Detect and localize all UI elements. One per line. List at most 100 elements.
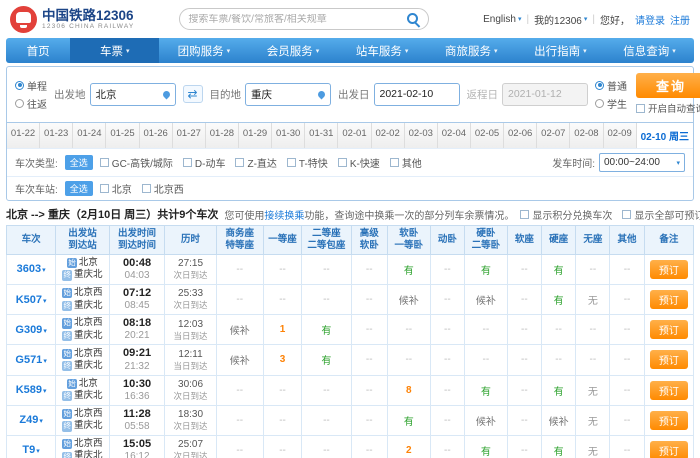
- date-tab-selected[interactable]: 02-10 周三: [637, 123, 693, 148]
- query-button[interactable]: 查询: [636, 73, 700, 98]
- normal-radio[interactable]: 普通: [595, 78, 627, 93]
- train-type-checkbox-0[interactable]: GC-高铁/城际: [100, 155, 173, 170]
- train-number-link[interactable]: G571▾: [15, 354, 46, 366]
- depart-time-select[interactable]: 00:00~24:00 ▾: [599, 153, 685, 172]
- train-number-cell: Z49▾: [7, 405, 56, 435]
- nav-item-4[interactable]: 站车服务▾: [338, 38, 427, 63]
- date-tab-02-07[interactable]: 02-07: [537, 123, 570, 148]
- seat-availability: 有: [541, 375, 575, 405]
- date-tab-01-23[interactable]: 01-23: [40, 123, 73, 148]
- book-button[interactable]: 预订: [650, 290, 688, 309]
- search-icon[interactable]: [406, 12, 420, 26]
- seat-availability[interactable]: 候补: [216, 315, 263, 345]
- nav-item-7[interactable]: 信息查询▾: [605, 38, 694, 63]
- nav-item-3[interactable]: 会员服务▾: [248, 38, 337, 63]
- date-tab-01-26[interactable]: 01-26: [140, 123, 173, 148]
- my-12306-menu[interactable]: 我的12306▾: [534, 12, 587, 27]
- seat-availability: 有: [464, 435, 507, 458]
- date-tab-02-03[interactable]: 02-03: [405, 123, 438, 148]
- transfer-link[interactable]: 接续换乘: [264, 211, 304, 222]
- train-number-link[interactable]: 3603▾: [17, 263, 46, 275]
- seat-availability[interactable]: 候补: [541, 405, 575, 435]
- book-button[interactable]: 预订: [650, 260, 688, 279]
- train-row-K589: K589▾始北京终重庆北10:3016:3630:06次日到达--------8…: [7, 375, 694, 405]
- seat-availability[interactable]: 候补: [216, 345, 263, 375]
- divider: |: [592, 14, 595, 25]
- date-tab-02-09[interactable]: 02-09: [604, 123, 637, 148]
- train-number-link[interactable]: T9▾: [22, 444, 39, 456]
- train-type-checkbox-1[interactable]: D-动车: [183, 155, 226, 170]
- station-filter-label: 车次车站:: [15, 181, 58, 196]
- duration-cell: 27:15次日到达: [165, 254, 216, 284]
- date-tab-02-08[interactable]: 02-08: [570, 123, 603, 148]
- seat-availability: --: [216, 405, 263, 435]
- select-all-stations-button[interactable]: 全选: [65, 181, 93, 196]
- train-number-link[interactable]: G309▾: [15, 324, 46, 336]
- train-type-checkbox-2[interactable]: Z-直达: [235, 155, 276, 170]
- trip-type-group: 单程 往返: [15, 78, 47, 111]
- points-trains-checkbox[interactable]: 显示积分兑换车次: [520, 207, 612, 222]
- date-tab-02-06[interactable]: 02-06: [504, 123, 537, 148]
- search-input[interactable]: [188, 14, 406, 25]
- seat-availability: 有: [387, 254, 430, 284]
- date-tab-02-04[interactable]: 02-04: [438, 123, 471, 148]
- to-station: 重庆北: [74, 269, 103, 281]
- train-type-checkbox-5[interactable]: 其他: [390, 155, 422, 170]
- from-station: 北京西: [74, 408, 103, 420]
- badge-start-icon: 始: [62, 439, 72, 449]
- nav-item-5[interactable]: 商旅服务▾: [427, 38, 516, 63]
- from-input[interactable]: 北京: [90, 83, 176, 106]
- date-tab-01-29[interactable]: 01-29: [239, 123, 272, 148]
- student-radio[interactable]: 学生: [595, 96, 627, 111]
- date-tab-01-28[interactable]: 01-28: [206, 123, 239, 148]
- nav-item-0[interactable]: 首页: [6, 38, 70, 63]
- book-button[interactable]: 预订: [650, 441, 688, 458]
- date-tab-02-05[interactable]: 02-05: [471, 123, 504, 148]
- date-tab-01-30[interactable]: 01-30: [272, 123, 305, 148]
- seat-availability[interactable]: 候补: [387, 284, 430, 314]
- bookable-trains-checkbox[interactable]: 显示全部可预订车次: [622, 207, 700, 222]
- roundtrip-radio[interactable]: 往返: [15, 96, 47, 111]
- badge-start-icon: 始: [62, 318, 72, 328]
- seat-availability: --: [351, 375, 387, 405]
- date-tab-01-24[interactable]: 01-24: [73, 123, 106, 148]
- date-tab-01-31[interactable]: 01-31: [305, 123, 338, 148]
- select-all-train-types-button[interactable]: 全选: [65, 155, 93, 170]
- train-number-link[interactable]: K589▾: [16, 384, 47, 396]
- station-checkbox-0[interactable]: 北京: [100, 181, 132, 196]
- depart-time-label: 发车时间:: [552, 155, 595, 170]
- book-button[interactable]: 预订: [650, 350, 688, 369]
- register-link[interactable]: 注册: [670, 12, 690, 27]
- swap-stations-button[interactable]: ⇄: [183, 85, 203, 103]
- book-button[interactable]: 预订: [650, 411, 688, 430]
- seat-availability[interactable]: 候补: [464, 405, 507, 435]
- oneway-radio[interactable]: 单程: [15, 78, 47, 93]
- auto-query-checkbox[interactable]: 开启自动查询: [636, 101, 700, 115]
- date-tab-02-01[interactable]: 02-01: [338, 123, 371, 148]
- date-tab-01-22[interactable]: 01-22: [7, 123, 40, 148]
- from-station: 北京西: [74, 438, 103, 450]
- train-type-checkbox-4[interactable]: K-快速: [338, 155, 380, 170]
- train-number-link[interactable]: K507▾: [16, 294, 47, 306]
- nav-item-6[interactable]: 出行指南▾: [516, 38, 605, 63]
- train-type-checkbox-3[interactable]: T-特快: [287, 155, 328, 170]
- date-tab-02-02[interactable]: 02-02: [372, 123, 405, 148]
- nav-item-2[interactable]: 团购服务▾: [159, 38, 248, 63]
- train-number-link[interactable]: Z49▾: [19, 414, 42, 426]
- login-link[interactable]: 请登录: [635, 12, 665, 27]
- book-button[interactable]: 预订: [650, 320, 688, 339]
- seat-availability[interactable]: 候补: [464, 284, 507, 314]
- site-logo[interactable]: 中国铁路12306 12306 CHINA RAILWAY: [10, 6, 134, 33]
- to-input[interactable]: 重庆: [245, 83, 331, 106]
- language-menu[interactable]: English▾: [483, 14, 521, 25]
- date-tab-01-27[interactable]: 01-27: [173, 123, 206, 148]
- station-filter-row: 车次车站: 全选 北京北京西: [7, 176, 693, 200]
- station-checkbox-1[interactable]: 北京西: [142, 181, 184, 196]
- date-tab-01-25[interactable]: 01-25: [106, 123, 139, 148]
- seat-availability: --: [430, 405, 464, 435]
- nav-item-1[interactable]: 车票▾: [70, 38, 159, 63]
- radio-icon: [595, 81, 604, 90]
- book-button[interactable]: 预订: [650, 381, 688, 400]
- depart-date-input[interactable]: 2021-02-10: [374, 83, 460, 106]
- duration: 30:06: [165, 379, 215, 391]
